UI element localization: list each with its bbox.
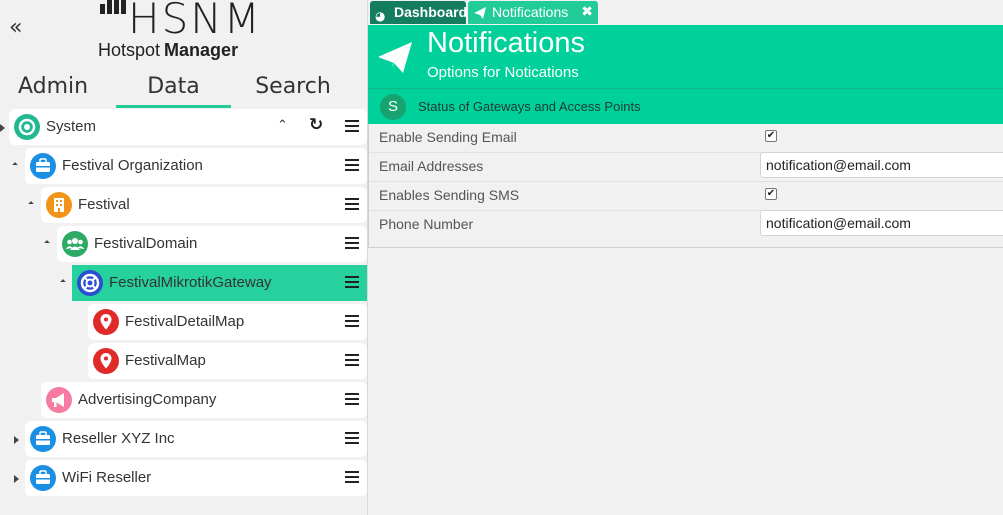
phone-label: Phone Number [379,216,474,232]
hamburger-menu-icon[interactable] [345,391,359,409]
paper-plane-icon [376,39,414,77]
section-badge: S [380,94,406,120]
tab-data[interactable]: Data [116,72,231,108]
enable-email-label: Enable Sending Email [379,129,517,145]
tree-node-label: FestivalMikrotikGateway [109,274,272,291]
expand-arrow[interactable] [0,124,5,132]
hamburger-menu-icon[interactable] [345,352,359,370]
enable-email-checkbox[interactable]: ✔ [765,130,777,142]
building-icon [46,192,72,218]
tree-node-wifi-reseller[interactable]: WiFi Reseller [25,460,367,496]
tree-node-label: System [46,118,97,135]
tree-node-festival[interactable]: Festival [41,187,367,223]
enable-sms-checkbox[interactable]: ✔ [765,188,777,200]
section-header[interactable]: S Status of Gateways and Access Points [368,88,1003,124]
page-header: Notifications Options for Notications [368,25,1003,88]
briefcase-icon [30,465,56,491]
sidebar-tabs: Admin Data Search [0,72,368,108]
tab-admin[interactable]: Admin [8,72,98,108]
tree-node-festival-detail-map[interactable]: FestivalDetailMap [88,304,367,340]
sidebar: « HSNM HotspotManager Admin Data Search [0,0,368,515]
logo-text: HSNM [128,0,262,43]
logo-tagline-bold: Manager [164,40,239,60]
briefcase-icon [30,426,56,452]
enable-sms-label: Enables Sending SMS [379,187,520,203]
hamburger-menu-icon[interactable] [345,274,359,292]
collapse-all-icon[interactable]: ⌃ [277,118,288,133]
pie-chart-icon: ◕ [375,9,386,23]
collapse-arrow[interactable] [12,162,18,168]
expand-arrow[interactable] [14,475,19,483]
hamburger-menu-icon[interactable] [345,118,359,136]
form-row-email: Email Addresses notification@email.com [369,152,1003,182]
tree-node-system[interactable]: System ⌃ ↻ [9,109,367,145]
phone-field[interactable]: notification@email.com [760,210,1003,236]
tree-node-reseller-xyz[interactable]: Reseller XYZ Inc [25,421,367,457]
paper-plane-icon [473,5,487,27]
group-icon [62,231,88,257]
megaphone-icon [46,387,72,413]
page-title: Notifications [427,27,585,59]
tab-label: Notifications [492,4,569,20]
notification-form: Enable Sending Email ✔ Email Addresses n… [368,124,1003,248]
tab-search[interactable]: Search [248,72,338,108]
app-root: « HSNM HotspotManager Admin Data Search [0,0,1003,515]
email-label: Email Addresses [379,158,484,174]
close-icon[interactable]: ✖ [581,1,593,23]
tab-label: Dashboard [394,4,468,20]
logo: HSNM Hotspot Manager [98,0,270,64]
lifebuoy-icon [77,270,103,296]
logo-tagline: Hotspot Manager [98,40,238,61]
expand-arrow[interactable] [14,436,19,444]
tree-node-label: FestivalDomain [94,235,198,252]
tree-node-label: FestivalMap [125,352,206,369]
tree-node-label: Festival [78,196,130,213]
tree-node-festival-organization[interactable]: Festival Organization [25,148,367,184]
collapse-arrow[interactable] [60,279,66,285]
tree-node-label: Reseller XYZ Inc [62,430,175,447]
form-row-enable-sms: Enables Sending SMS ✔ [369,182,1003,211]
collapse-arrow[interactable] [28,201,34,207]
hamburger-menu-icon[interactable] [345,235,359,253]
page-subtitle: Options for Notications [427,64,579,81]
tree-node-advertising-company[interactable]: AdvertisingCompany [41,382,367,418]
logo-tagline-light: Hotspot [98,40,161,60]
collapse-arrow[interactable] [44,240,50,246]
tree-node-festival-map[interactable]: FestivalMap [88,343,367,379]
email-field[interactable]: notification@email.com [760,152,1003,178]
hamburger-menu-icon[interactable] [345,196,359,214]
tree-node-label: Festival Organization [62,157,203,174]
hamburger-menu-icon[interactable] [345,157,359,175]
section-title: Status of Gateways and Access Points [418,99,641,114]
form-row-enable-email: Enable Sending Email ✔ [369,124,1003,153]
hamburger-menu-icon[interactable] [345,313,359,331]
system-icon [14,114,40,140]
refresh-icon[interactable]: ↻ [309,115,323,135]
tab-notifications[interactable]: Notifications ✖ [468,1,598,24]
hamburger-menu-icon[interactable] [345,469,359,487]
map-pin-icon [93,348,119,374]
panel-tabbar: ◕ Dashboard Notifications ✖ [368,0,1003,24]
tree-node-label: AdvertisingCompany [78,391,217,408]
tree-node-label: WiFi Reseller [62,469,152,486]
map-pin-icon [93,309,119,335]
double-chevron-left-icon[interactable]: « [9,17,22,39]
tree-node-festival-mikrotik-gateway[interactable]: FestivalMikrotikGateway [72,265,367,301]
tab-dashboard[interactable]: ◕ Dashboard [370,1,468,24]
briefcase-icon [30,153,56,179]
hamburger-menu-icon[interactable] [345,430,359,448]
tree-node-label: FestivalDetailMap [125,313,245,330]
form-row-phone: Phone Number notification@email.com [369,210,1003,240]
tree-node-festival-domain[interactable]: FestivalDomain [57,226,367,262]
